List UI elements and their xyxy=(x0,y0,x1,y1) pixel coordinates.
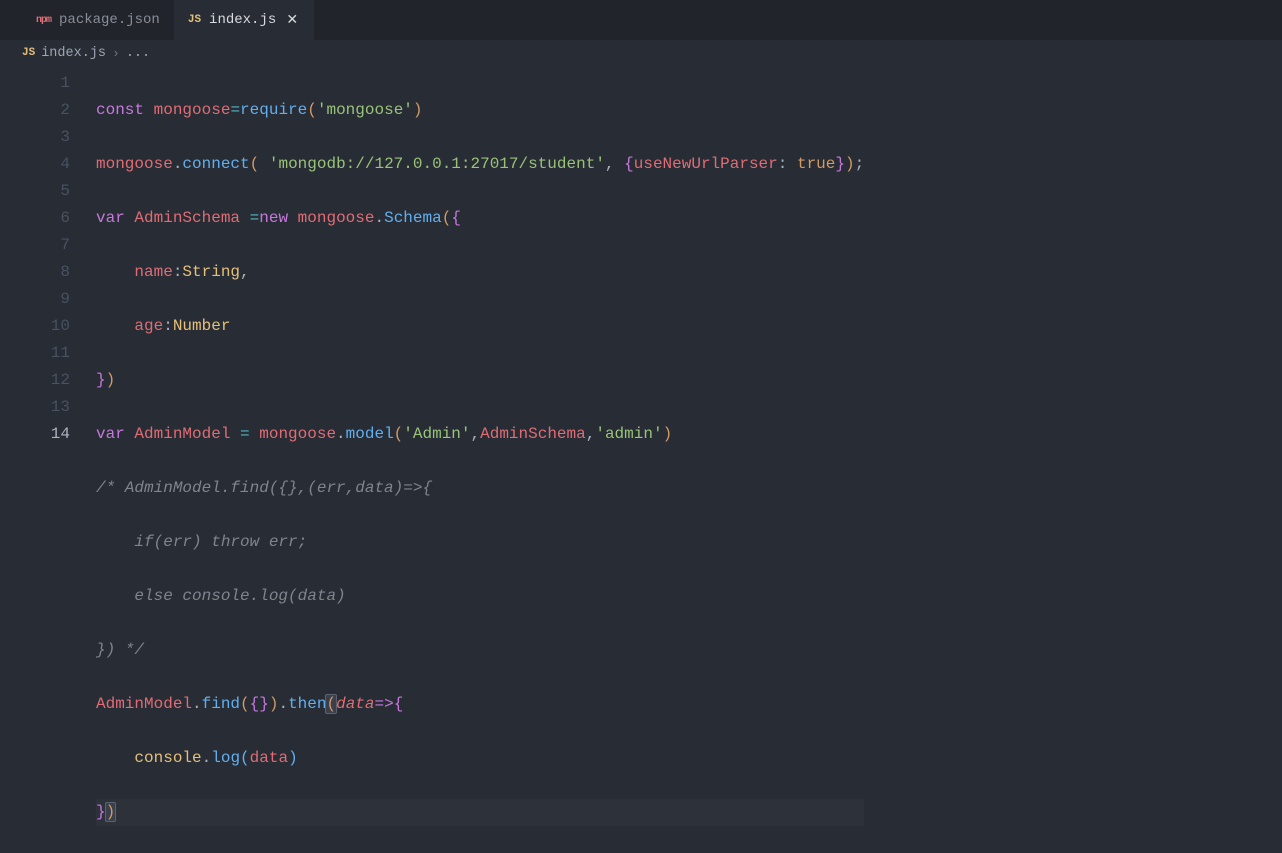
gutter: 1 2 3 4 5 6 7 8 9 10 11 12 13 14 xyxy=(0,70,96,853)
line-number: 11 xyxy=(0,340,70,367)
line-number: 10 xyxy=(0,313,70,340)
line-number: 4 xyxy=(0,151,70,178)
line-number: 12 xyxy=(0,367,70,394)
close-icon[interactable]: ✕ xyxy=(284,12,300,28)
code-line[interactable]: }) xyxy=(96,799,864,826)
line-number: 7 xyxy=(0,232,70,259)
tab-label: index.js xyxy=(209,12,276,28)
code-line[interactable]: var AdminSchema =new mongoose.Schema({ xyxy=(96,205,864,232)
line-number: 5 xyxy=(0,178,70,205)
line-number: 2 xyxy=(0,97,70,124)
code-area[interactable]: const mongoose=require('mongoose') mongo… xyxy=(96,70,864,853)
code-line[interactable]: if(err) throw err; xyxy=(96,529,864,556)
code-line[interactable]: AdminModel.find({}).then(data=>{ xyxy=(96,691,864,718)
chevron-right-icon: › xyxy=(112,46,120,61)
tab-label: package.json xyxy=(59,12,160,28)
line-number: 13 xyxy=(0,394,70,421)
code-line[interactable]: else console.log(data) xyxy=(96,583,864,610)
line-number: 8 xyxy=(0,259,70,286)
tab-package-json[interactable]: npm package.json xyxy=(22,0,174,40)
code-line[interactable]: /* AdminModel.find({},(err,data)=>{ xyxy=(96,475,864,502)
breadcrumb[interactable]: JS index.js › ... xyxy=(0,40,1282,66)
breadcrumb-file: index.js xyxy=(41,46,106,61)
editor[interactable]: 1 2 3 4 5 6 7 8 9 10 11 12 13 14 const m… xyxy=(0,66,1282,853)
line-number: 1 xyxy=(0,70,70,97)
breadcrumb-rest: ... xyxy=(126,46,150,61)
tab-bar: npm package.json JS index.js ✕ xyxy=(0,0,1282,40)
code-line[interactable]: var AdminModel = mongoose.model('Admin',… xyxy=(96,421,864,448)
line-number: 14 xyxy=(0,421,70,448)
code-line[interactable]: mongoose.connect( 'mongodb://127.0.0.1:2… xyxy=(96,151,864,178)
tab-index-js[interactable]: JS index.js ✕ xyxy=(174,0,314,40)
code-line[interactable]: }) xyxy=(96,367,864,394)
code-line[interactable]: age:Number xyxy=(96,313,864,340)
js-icon: JS xyxy=(188,14,201,26)
code-line[interactable]: name:String, xyxy=(96,259,864,286)
code-line[interactable]: console.log(data) xyxy=(96,745,864,772)
line-number: 3 xyxy=(0,124,70,151)
line-number: 6 xyxy=(0,205,70,232)
npm-icon: npm xyxy=(36,15,51,26)
js-icon: JS xyxy=(22,47,35,59)
code-line[interactable]: const mongoose=require('mongoose') xyxy=(96,97,864,124)
code-line[interactable]: }) */ xyxy=(96,637,864,664)
line-number: 9 xyxy=(0,286,70,313)
